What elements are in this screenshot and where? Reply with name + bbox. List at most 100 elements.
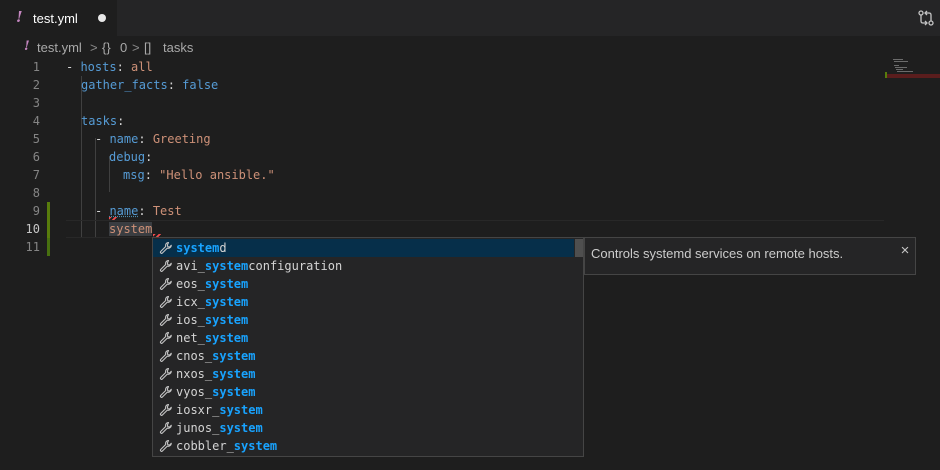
object-symbol-icon: {} [102, 40, 111, 55]
open-changes-icon[interactable] [917, 9, 935, 27]
minimap-error-highlight [885, 74, 940, 78]
suggestion-label: iosxr_system [176, 403, 263, 417]
yaml-colon: : [117, 114, 125, 128]
wrench-icon [159, 241, 172, 254]
code-line: 10 system [0, 220, 885, 238]
details-description: Controls systemd services on remote host… [591, 246, 844, 261]
list-dash: - [95, 204, 110, 218]
wrench-icon [159, 421, 172, 434]
line-number: 8 [32, 186, 40, 200]
line-number: 1 [32, 60, 40, 74]
yaml-colon: : [145, 150, 153, 164]
suggestion-item[interactable]: net_system [153, 329, 574, 347]
suggestion-label: cobbler_system [176, 439, 278, 453]
wrench-icon [159, 331, 172, 344]
close-icon[interactable]: × [898, 243, 912, 258]
suggestion-label: cnos_system [176, 349, 256, 363]
suggestion-item[interactable]: cnos_system [153, 347, 574, 365]
yaml-key: tasks [81, 114, 118, 128]
line-number: 11 [25, 240, 40, 254]
suggestion-item[interactable]: systemd [153, 239, 574, 257]
unsaved-dot-icon[interactable] [98, 14, 106, 22]
line-number: 5 [32, 132, 40, 146]
yaml-colon: : [138, 132, 153, 146]
code-line: 9 - name: Test [0, 202, 885, 220]
suggestion-label: eos_system [176, 277, 249, 291]
suggestion-item[interactable]: vyos_system [153, 383, 574, 401]
suggestion-label: vyos_system [176, 385, 256, 399]
wrench-icon [159, 439, 172, 452]
yaml-value: Test [152, 204, 182, 218]
wrench-icon [159, 367, 172, 380]
yaml-key: gather_facts [81, 78, 168, 92]
code-line: 2 gather_facts: false [0, 76, 885, 94]
suggestion-item[interactable]: eos_system [153, 275, 574, 293]
line-number: 3 [32, 96, 40, 110]
suggestion-label: icx_system [176, 295, 249, 309]
code-line: 6 debug: [0, 148, 885, 166]
line-number: 6 [32, 150, 40, 164]
wrench-icon [159, 259, 172, 272]
code-line: 3 [0, 94, 885, 112]
minimap[interactable] [885, 58, 940, 88]
yaml-value: false [182, 78, 219, 92]
tab-test-yml[interactable]: ! test.yml [0, 0, 118, 36]
tab-bar: ! test.yml [0, 0, 940, 36]
list-dash: - [66, 60, 81, 74]
suggestion-label: systemd [176, 241, 227, 255]
code-line: 1 - hosts: all [0, 58, 885, 76]
minimap-change-marker [885, 72, 887, 78]
suggestion-details: Controls systemd services on remote host… [584, 237, 916, 275]
code-line: 5 - name: Greeting [0, 130, 885, 148]
wrench-icon [159, 403, 172, 416]
breadcrumb: ! test.yml > {} 0 > [] tasks [0, 36, 940, 58]
yaml-key: name [109, 204, 139, 218]
line-number: 10 [25, 222, 40, 236]
wrench-icon [159, 277, 172, 290]
suggestion-item[interactable]: ios_system [153, 311, 574, 329]
wrench-icon [159, 349, 172, 362]
breadcrumb-tasks[interactable]: tasks [163, 40, 193, 55]
yaml-key: hosts [80, 60, 117, 74]
yaml-colon: : [138, 204, 153, 218]
line-number: 4 [32, 114, 40, 128]
suggestion-label: ios_system [176, 313, 249, 327]
breadcrumb-separator: > [90, 40, 98, 55]
suggestion-item[interactable]: cobbler_system [153, 437, 574, 455]
typed-word: system [109, 222, 153, 236]
tab-label: test.yml [33, 11, 78, 26]
yaml-colon: : [116, 60, 132, 74]
yaml-key: msg [123, 168, 145, 182]
yaml-file-icon: ! [24, 39, 30, 54]
suggestion-item[interactable]: avi_systemconfiguration [153, 257, 574, 275]
array-symbol-icon: [] [144, 40, 152, 55]
code-line: 4 tasks: [0, 112, 885, 130]
suggestion-label: nxos_system [176, 367, 256, 381]
suggestion-item[interactable]: junos_system [153, 419, 574, 437]
suggestion-scrollbar[interactable] [575, 239, 583, 257]
list-dash: - [95, 132, 110, 146]
suggestion-label: avi_systemconfiguration [176, 259, 343, 273]
wrench-icon [159, 295, 172, 308]
code-line: 7 msg: "Hello ansible." [0, 166, 885, 184]
error-squiggle [109, 217, 117, 220]
line-number: 2 [32, 78, 40, 92]
suggestion-item[interactable]: icx_system [153, 293, 574, 311]
breadcrumb-object[interactable]: 0 [120, 40, 127, 55]
suggestion-list[interactable]: systemd avi_systemconfiguration eos_system… [152, 237, 584, 457]
code-line: 8 [0, 184, 885, 202]
wrench-icon [159, 313, 172, 326]
suggestion-label: junos_system [176, 421, 263, 435]
suggestion-item[interactable]: iosxr_system [153, 401, 574, 419]
yaml-colon: : [167, 78, 183, 92]
yaml-colon: : [144, 168, 160, 182]
wrench-icon [159, 385, 172, 398]
line-number: 7 [32, 168, 40, 182]
breadcrumb-separator: > [132, 40, 140, 55]
yaml-value: all [131, 60, 153, 74]
line-number: 9 [32, 204, 40, 218]
suggestion-label: net_system [176, 331, 249, 345]
yaml-value: Greeting [152, 132, 211, 146]
suggestion-item[interactable]: nxos_system [153, 365, 574, 383]
breadcrumb-file[interactable]: test.yml [37, 40, 82, 55]
